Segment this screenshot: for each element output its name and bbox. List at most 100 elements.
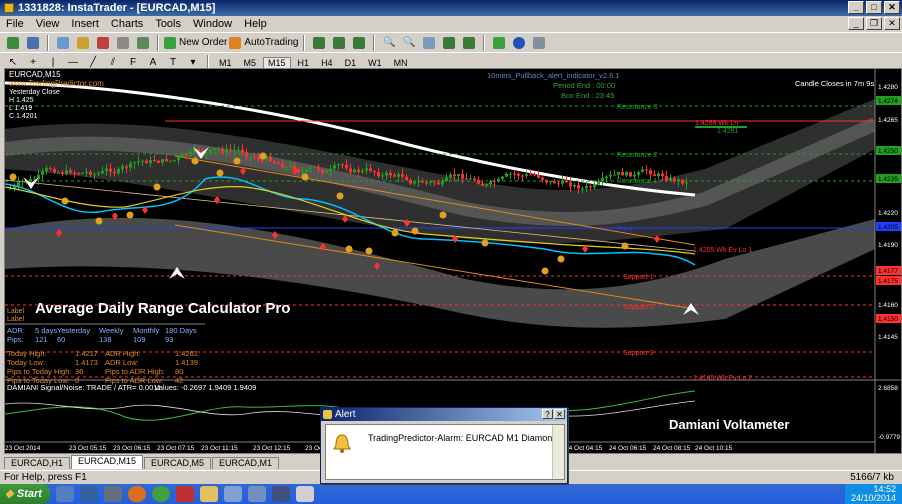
signal-dot: [557, 255, 565, 263]
taskbar-app-icon[interactable]: [223, 486, 242, 502]
price-tick: 1.4175: [878, 278, 898, 285]
taskbar: ❖ Start 14:52 24/10/2014: [0, 484, 902, 504]
menu-view[interactable]: View: [30, 18, 66, 30]
candle-body: [441, 180, 444, 185]
adr-header-cell: 5 days: [35, 326, 57, 335]
taskbar-app-icon[interactable]: [247, 486, 266, 502]
tf-m15[interactable]: M15: [263, 56, 291, 69]
close-button[interactable]: ✕: [884, 1, 900, 14]
candle-body: [77, 173, 80, 175]
new-chart-icon[interactable]: [4, 35, 22, 51]
chart-window[interactable]: EURCAD,M15 www.TradingPredictor.com Yest…: [4, 68, 902, 454]
tf-mn[interactable]: MN: [389, 57, 413, 69]
autoscroll-icon[interactable]: [440, 35, 458, 51]
system-tray: 14:52 24/10/2014: [844, 484, 902, 504]
tab-eurcad-h1[interactable]: EURCAD,H1: [4, 457, 71, 469]
templates-icon[interactable]: [530, 35, 548, 51]
tf-h4[interactable]: H4: [316, 57, 338, 69]
market-watch-icon[interactable]: [54, 35, 72, 51]
taskbar-app-icon[interactable]: [199, 486, 218, 502]
candlestick-icon[interactable]: [330, 35, 348, 51]
tab-eurcad-m15[interactable]: EURCAD,M15: [71, 455, 144, 469]
box-end: Box End : 23:45: [561, 91, 614, 100]
start-button[interactable]: ❖ Start: [0, 484, 50, 504]
firefox-icon[interactable]: [127, 486, 146, 502]
candle-body: [281, 163, 284, 168]
tf-h1[interactable]: H1: [293, 57, 315, 69]
zoom-in-icon[interactable]: 🔍: [380, 35, 398, 51]
time-tick: 24 Oct 04:15: [565, 445, 603, 452]
menu-window[interactable]: Window: [187, 18, 238, 30]
tf-d1[interactable]: D1: [340, 57, 362, 69]
alert-title: Alert: [335, 409, 356, 420]
minimize-button[interactable]: _: [848, 1, 864, 14]
terminal-icon[interactable]: [114, 35, 132, 51]
new-order-button[interactable]: New Order: [164, 35, 227, 51]
candle-body: [105, 168, 108, 171]
tab-eurcad-m1[interactable]: EURCAD,M1: [212, 457, 280, 469]
candle-body: [541, 177, 544, 180]
candle-body: [569, 182, 572, 187]
alert-titlebar[interactable]: Alert ? ✕: [321, 408, 567, 421]
taskbar-app-icon[interactable]: [103, 486, 122, 502]
candle-body: [513, 173, 516, 175]
mdi-close-button[interactable]: ✕: [884, 17, 900, 30]
bar-chart-icon[interactable]: [310, 35, 328, 51]
auto-trading-button[interactable]: AutoTrading: [229, 35, 298, 51]
taskbar-app-icon[interactable]: [55, 486, 74, 502]
menu-tools[interactable]: Tools: [149, 18, 187, 30]
alert-message-list[interactable]: TradingPredictor-Alarm: EURCAD M1 Diamon…: [325, 424, 565, 480]
signal-dot: [621, 242, 629, 250]
candle-body: [177, 157, 180, 161]
mdi-restore-button[interactable]: ❐: [866, 17, 882, 30]
data-window-icon[interactable]: [74, 35, 92, 51]
candle-body: [465, 178, 468, 180]
candle-body: [469, 178, 472, 180]
tf-m1[interactable]: M1: [214, 57, 237, 69]
menu-file[interactable]: File: [0, 18, 30, 30]
maximize-button[interactable]: □: [866, 1, 882, 14]
tf-m5[interactable]: M5: [239, 57, 262, 69]
menu-insert[interactable]: Insert: [65, 18, 105, 30]
candle-body: [305, 169, 308, 173]
auto-trading-label: AutoTrading: [244, 37, 299, 48]
taskbar-app-icon[interactable]: [271, 486, 290, 502]
tab-eurcad-m5[interactable]: EURCAD,M5: [144, 457, 212, 469]
chart-shift-icon[interactable]: [460, 35, 478, 51]
indicators-icon[interactable]: [490, 35, 508, 51]
taskbar-app-icon[interactable]: [79, 486, 98, 502]
zoom-out-icon[interactable]: 🔍: [400, 35, 418, 51]
taskbar-app-icon[interactable]: [295, 486, 314, 502]
window-title: 1331828: InstaTrader - [EURCAD,M15]: [18, 2, 216, 14]
tester-icon[interactable]: [134, 35, 152, 51]
alert-close-button[interactable]: ✕: [554, 409, 565, 419]
adr-row-cell: 1.4261: [175, 349, 198, 358]
periods-icon[interactable]: [510, 35, 528, 51]
chrome-icon[interactable]: [151, 486, 170, 502]
candle-body: [461, 174, 464, 179]
line-chart-icon[interactable]: [350, 35, 368, 51]
time-tick: 23 Oct 05:15: [69, 445, 107, 452]
adr-table: ADR: 5 days Yesterday Weekly Monthly 180 Days…: [7, 326, 198, 385]
alert-dialog[interactable]: Alert ? ✕ TradingPredictor-Alarm: EURCAD …: [320, 407, 568, 484]
candle-body: [549, 181, 552, 183]
candle-body: [149, 159, 152, 164]
tf-w1[interactable]: W1: [363, 57, 387, 69]
alert-help-button[interactable]: ?: [542, 409, 553, 419]
candle-body: [209, 149, 212, 153]
mdi-minimize-button[interactable]: _: [848, 17, 864, 30]
tile-windows-icon[interactable]: [420, 35, 438, 51]
navigator-icon[interactable]: [94, 35, 112, 51]
price-chart[interactable]: EURCAD,M15 www.TradingPredictor.com Yest…: [4, 69, 901, 453]
candle-body: [509, 173, 512, 175]
candle-body: [213, 148, 216, 150]
signal-dot: [481, 239, 489, 247]
candle-body: [221, 149, 224, 153]
price-axis-bg: [875, 69, 901, 453]
alert-scrollbar[interactable]: [552, 425, 564, 479]
candle-body: [261, 159, 264, 161]
menu-help[interactable]: Help: [238, 18, 273, 30]
taskbar-app-icon[interactable]: [175, 486, 194, 502]
menu-charts[interactable]: Charts: [105, 18, 149, 30]
profiles-icon[interactable]: [24, 35, 42, 51]
